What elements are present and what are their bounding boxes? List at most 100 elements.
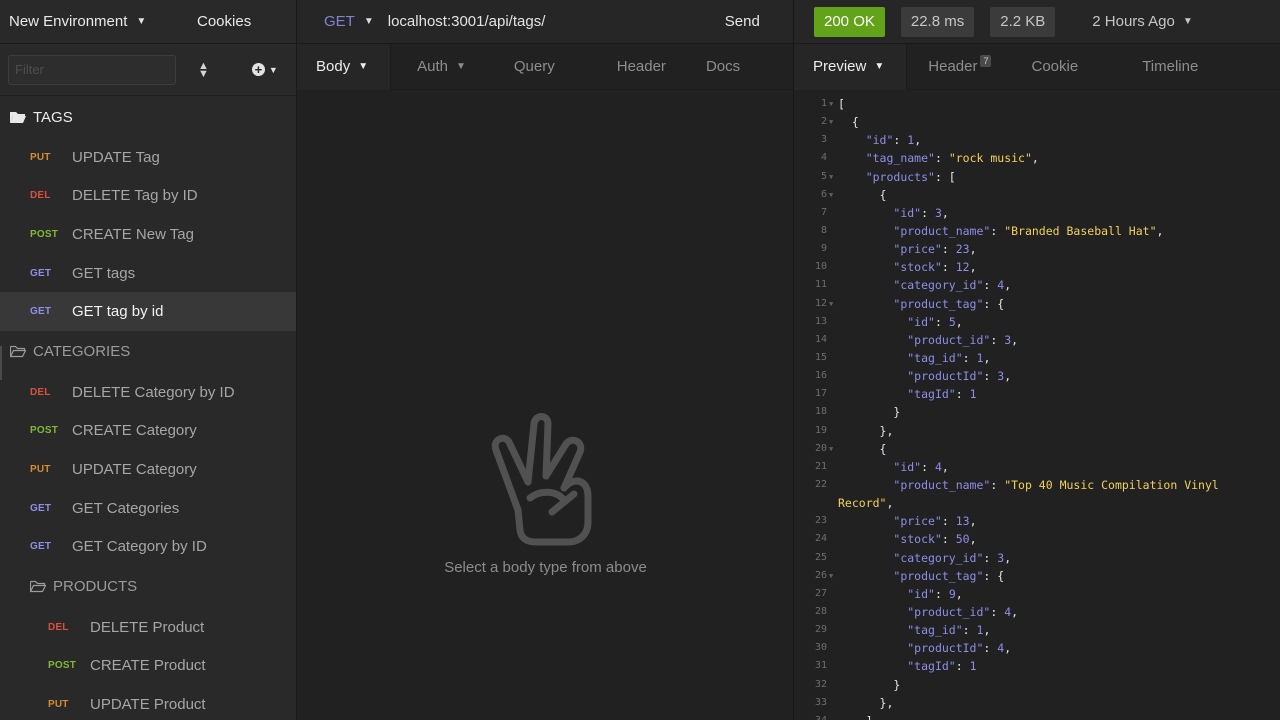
tags-request-list: PUT UPDATE Tag DEL DELETE Tag by ID POST CREA… bbox=[0, 138, 296, 331]
fold-caret-icon[interactable]: ▼ bbox=[827, 186, 838, 204]
sidebar-request-item[interactable]: POST CREATE Category bbox=[0, 412, 296, 451]
code-line: 34 ] bbox=[794, 712, 1280, 720]
chevron-down-icon: ▼ bbox=[358, 61, 369, 72]
line-number: 1 bbox=[820, 98, 827, 109]
response-tabs: Preview ▼ Header 7 Cookie Timeline bbox=[794, 43, 1280, 90]
method-badge: DEL bbox=[48, 621, 69, 633]
url-input[interactable] bbox=[387, 13, 708, 30]
code-line: 7 "id": 3, bbox=[794, 204, 1280, 222]
request-name: CREATE New Tag bbox=[72, 225, 194, 243]
add-menu-button[interactable]: + ▼ bbox=[251, 63, 278, 76]
sidebar-request-item[interactable]: POST CREATE Product bbox=[0, 647, 296, 686]
tab-header[interactable]: Header bbox=[617, 58, 666, 75]
fold-caret-icon[interactable]: ▼ bbox=[827, 567, 838, 585]
empty-state-label: Select a body type from above bbox=[444, 559, 647, 576]
sidebar-request-item[interactable]: GET GET Categories bbox=[0, 489, 296, 528]
fold-caret-icon[interactable]: ▼ bbox=[827, 440, 838, 458]
method-badge: PUT bbox=[30, 463, 51, 475]
code-line: Record", bbox=[794, 494, 1280, 512]
line-number: 28 bbox=[814, 605, 827, 617]
code-text: "id": 9, bbox=[907, 586, 963, 601]
line-number: 30 bbox=[814, 642, 827, 654]
url-bar: GET ▼ Send bbox=[297, 0, 793, 44]
code-line: 29 "tag_id": 1, bbox=[794, 621, 1280, 639]
fold-caret-icon[interactable]: ▼ bbox=[827, 113, 838, 131]
tab-label: Auth bbox=[417, 58, 448, 75]
cookies-button[interactable]: Cookies bbox=[197, 13, 251, 30]
code-line: 2 ▼ { bbox=[794, 113, 1280, 131]
line-number: 5 bbox=[820, 170, 827, 182]
line-number: 4 bbox=[820, 152, 827, 164]
history-dropdown[interactable]: 2 Hours Ago ▼ bbox=[1092, 13, 1192, 30]
sidebar-request-item[interactable]: GET GET tag by id bbox=[0, 292, 296, 331]
tab-preview-container: Preview ▼ bbox=[794, 43, 908, 90]
sort-icon[interactable]: ▲ ▼ bbox=[198, 60, 209, 79]
sidebar-request-item[interactable]: DEL DELETE Category by ID bbox=[0, 373, 296, 412]
sidebar-request-item[interactable]: PUT UPDATE Product bbox=[0, 685, 296, 720]
tab-auth[interactable]: Auth ▼ bbox=[417, 58, 466, 75]
line-number: 18 bbox=[814, 406, 827, 418]
code-text: [ bbox=[838, 97, 845, 111]
sidebar-request-item[interactable]: PUT UPDATE Tag bbox=[0, 138, 296, 177]
code-text: } bbox=[838, 677, 901, 692]
sidebar-request-item[interactable]: POST CREATE New Tag bbox=[0, 215, 296, 254]
line-number: 3 bbox=[820, 134, 827, 146]
folder-indicator bbox=[0, 346, 2, 380]
chevron-down-icon: ▼ bbox=[363, 16, 374, 27]
sidebar-request-item[interactable]: PUT UPDATE Category bbox=[0, 450, 296, 489]
line-number: 6 bbox=[820, 188, 827, 200]
sidebar-request-item[interactable]: GET GET Category by ID bbox=[0, 527, 296, 566]
line-number: 32 bbox=[814, 678, 827, 690]
line-number: 23 bbox=[814, 515, 827, 527]
fold-caret-icon[interactable]: ▼ bbox=[827, 295, 838, 313]
folder-products[interactable]: PRODUCTS bbox=[0, 566, 296, 608]
send-button[interactable]: Send bbox=[725, 13, 760, 30]
tab-body[interactable]: Body ▼ bbox=[316, 58, 368, 75]
method-badge: DEL bbox=[30, 190, 51, 202]
sidebar-request-item[interactable]: GET GET tags bbox=[0, 254, 296, 293]
line-number: 22 bbox=[814, 478, 827, 490]
code-line: 15 "tag_id": 1, bbox=[794, 349, 1280, 367]
tab-query[interactable]: Query bbox=[514, 58, 555, 75]
fold-gutter bbox=[827, 476, 838, 494]
fold-gutter bbox=[827, 712, 838, 720]
code-text: "stock": 50, bbox=[893, 532, 977, 547]
method-badge: GET bbox=[30, 502, 52, 514]
code-text: "category_id": 3, bbox=[893, 550, 1012, 565]
fold-caret-icon[interactable]: ▼ bbox=[827, 95, 838, 113]
request-name: UPDATE Category bbox=[72, 460, 197, 478]
method-select[interactable]: GET ▼ bbox=[324, 13, 374, 30]
folder-tags[interactable]: TAGS bbox=[0, 96, 296, 138]
code-line: 33 }, bbox=[794, 694, 1280, 712]
code-text: } bbox=[838, 405, 901, 420]
method-badge: POST bbox=[30, 228, 59, 240]
line-number: 11 bbox=[814, 279, 827, 291]
code-text: Record", bbox=[838, 496, 894, 511]
tab-cookie[interactable]: Cookie bbox=[1031, 58, 1078, 75]
line-number: 25 bbox=[814, 551, 827, 563]
chevron-down-icon: ▼ bbox=[268, 64, 278, 75]
code-text: "tag_name": "rock music", bbox=[865, 151, 1039, 166]
request-name: UPDATE Tag bbox=[72, 148, 160, 166]
fold-gutter bbox=[827, 549, 838, 567]
response-time-badge: 22.8 ms bbox=[900, 6, 975, 37]
environment-selector[interactable]: New Environment ▼ bbox=[0, 13, 170, 30]
fold-gutter bbox=[827, 204, 838, 222]
tab-response-header[interactable]: Header 7 bbox=[928, 54, 992, 75]
history-label: 2 Hours Ago bbox=[1092, 13, 1175, 30]
filter-input[interactable] bbox=[8, 54, 176, 85]
chevron-down-icon: ▼ bbox=[1182, 16, 1193, 27]
tab-docs[interactable]: Docs bbox=[706, 58, 740, 75]
response-pane: 200 OK 22.8 ms 2.2 KB 2 Hours Ago ▼ Prev… bbox=[794, 0, 1280, 720]
sidebar-request-item[interactable]: DEL DELETE Product bbox=[0, 608, 296, 647]
line-number: 17 bbox=[814, 388, 827, 400]
fold-caret-icon[interactable]: ▼ bbox=[827, 168, 838, 186]
tab-preview[interactable]: Preview ▼ bbox=[813, 58, 884, 75]
tab-timeline[interactable]: Timeline bbox=[1142, 58, 1198, 75]
folder-categories[interactable]: CATEGORIES bbox=[0, 331, 296, 373]
request-name: GET Category by ID bbox=[72, 538, 207, 556]
sidebar-request-item[interactable]: DEL DELETE Tag by ID bbox=[0, 177, 296, 216]
code-line: 31 "tagId": 1 bbox=[794, 657, 1280, 675]
code-text: "product_id": 4, bbox=[907, 604, 1019, 619]
response-json-viewer[interactable]: 1 ▼[2 ▼ {3 "id": 1, 4 "tag_name": "rock mus… bbox=[794, 95, 1280, 720]
